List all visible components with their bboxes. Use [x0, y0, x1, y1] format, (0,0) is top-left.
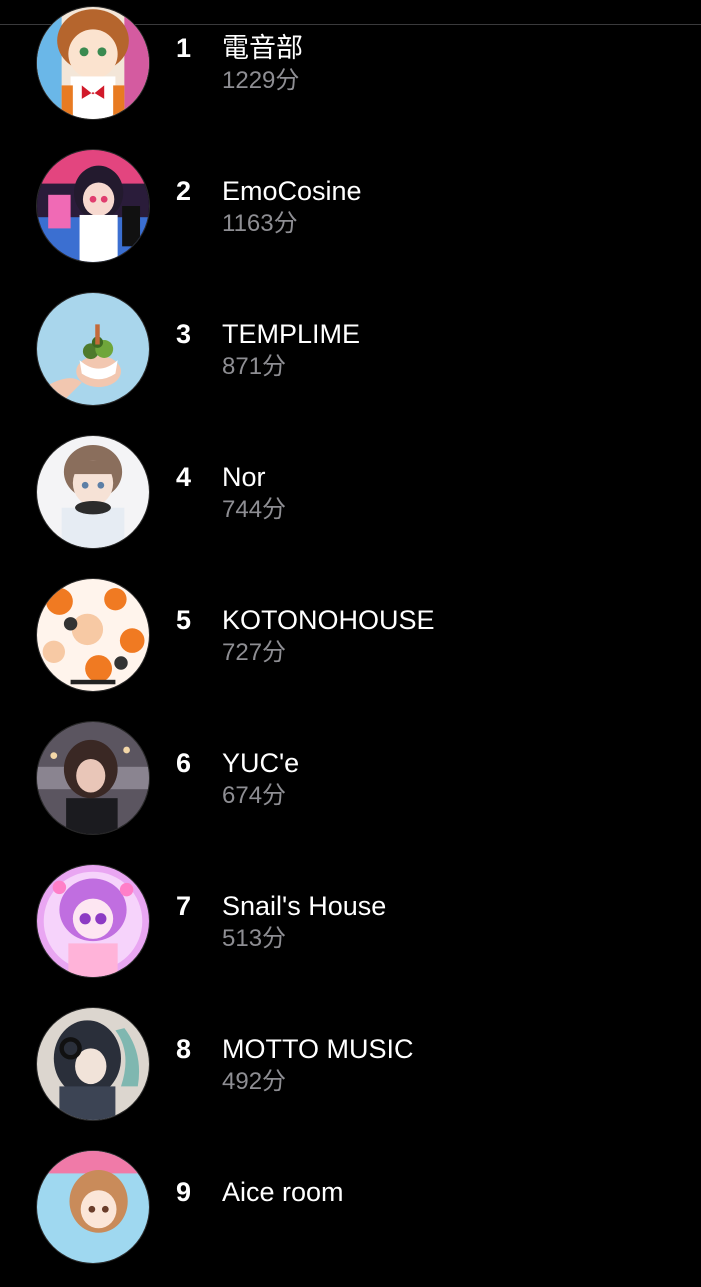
- rank-number: 3: [176, 319, 192, 349]
- rank-number: 4: [176, 462, 192, 492]
- artist-avatar-image: [37, 1008, 149, 1120]
- artist-avatar: [36, 292, 150, 406]
- artist-avatar-image: [37, 865, 149, 977]
- artist-avatar: [36, 864, 150, 978]
- artist-avatar: [36, 1150, 150, 1264]
- listening-minutes: 1163分: [222, 210, 298, 237]
- rank-number: 5: [176, 605, 192, 635]
- list-item[interactable]: 7 Snail's House 513分: [0, 858, 701, 1001]
- artist-avatar-image: [37, 436, 149, 548]
- artist-avatar: [36, 1007, 150, 1121]
- listening-minutes: 492分: [222, 1068, 287, 1095]
- listening-minutes: 1229分: [222, 67, 300, 94]
- artist-avatar: [36, 721, 150, 835]
- artist-name: KOTONOHOUSE: [222, 605, 435, 635]
- list-item[interactable]: 5 KOTONOHOUSE 727分: [0, 572, 701, 715]
- list-item[interactable]: 4 Nor 744分: [0, 429, 701, 572]
- artist-name: Aice room: [222, 1177, 344, 1207]
- artist-name: TEMPLIME: [222, 319, 361, 349]
- listening-minutes: 871分: [222, 353, 287, 380]
- artist-avatar: [36, 6, 150, 120]
- artist-avatar-image: [37, 293, 149, 405]
- artist-avatar-image: [37, 150, 149, 262]
- listening-minutes: 727分: [222, 639, 287, 666]
- artist-avatar-image: [37, 579, 149, 691]
- artist-name: 電音部: [222, 33, 303, 63]
- listening-minutes: 674分: [222, 782, 287, 809]
- artist-avatar-image: [37, 7, 149, 119]
- rank-number: 1: [176, 33, 192, 63]
- rank-number: 8: [176, 1034, 192, 1064]
- list-item[interactable]: 3 TEMPLIME 871分: [0, 286, 701, 429]
- artist-avatar-image: [37, 722, 149, 834]
- artist-name: MOTTO MUSIC: [222, 1034, 414, 1064]
- list-item[interactable]: 2 EmoCosine 1163分: [0, 143, 701, 286]
- artist-avatar: [36, 435, 150, 549]
- artist-name: Snail's House: [222, 891, 387, 921]
- rank-number: 6: [176, 748, 192, 778]
- artist-name: EmoCosine: [222, 176, 362, 206]
- list-item[interactable]: 8 MOTTO MUSIC 492分: [0, 1001, 701, 1144]
- artist-name: Nor: [222, 462, 266, 492]
- list-item[interactable]: 1 電音部 1229分: [0, 0, 701, 143]
- listening-minutes: 744分: [222, 496, 287, 523]
- rank-number: 9: [176, 1177, 192, 1207]
- artist-avatar-image: [37, 1151, 149, 1263]
- artist-name: YUC'e: [222, 748, 300, 778]
- list-item[interactable]: 9 Aice room: [0, 1144, 701, 1287]
- list-item[interactable]: 6 YUC'e 674分: [0, 715, 701, 858]
- rank-number: 2: [176, 176, 192, 206]
- artist-avatar: [36, 149, 150, 263]
- artist-avatar: [36, 578, 150, 692]
- rank-number: 7: [176, 891, 192, 921]
- listening-minutes: 513分: [222, 925, 287, 952]
